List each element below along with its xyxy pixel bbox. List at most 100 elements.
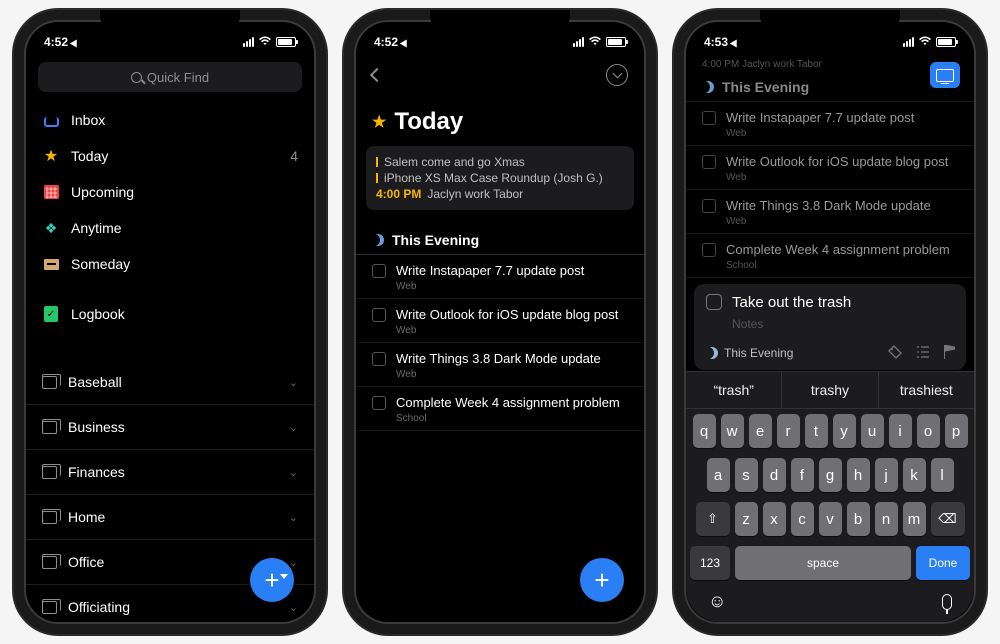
key-m[interactable]: m	[903, 502, 926, 536]
wifi-icon	[588, 35, 602, 49]
add-button[interactable]: +	[580, 558, 624, 602]
notes-placeholder[interactable]: Notes	[732, 317, 954, 331]
key-r[interactable]: r	[777, 414, 800, 448]
keyboard-suggestions[interactable]: “trash”trashytrashiest	[686, 372, 974, 409]
suggestion[interactable]: trashy	[782, 372, 878, 408]
area-finances[interactable]: Finances ⌄	[26, 450, 314, 495]
battery-icon	[276, 37, 296, 47]
done-key[interactable]: Done	[916, 546, 970, 580]
location-icon	[70, 37, 80, 47]
key-g[interactable]: g	[819, 458, 842, 492]
number-key[interactable]: 123	[690, 546, 730, 580]
keyboard-toggle-button[interactable]	[930, 62, 960, 88]
cell-signal-icon	[243, 37, 254, 47]
key-v[interactable]: v	[819, 502, 842, 536]
chevron-down-icon: ⌄	[289, 421, 298, 434]
task-title-input[interactable]	[732, 294, 954, 311]
checklist-icon[interactable]	[916, 345, 930, 362]
add-button[interactable]: +	[250, 558, 294, 602]
key-z[interactable]: z	[735, 502, 758, 536]
task-item[interactable]: Write Outlook for iOS update blog post W…	[356, 299, 644, 343]
backspace-key[interactable]: ⌫	[931, 502, 965, 536]
key-a[interactable]: a	[707, 458, 730, 492]
key-u[interactable]: u	[861, 414, 884, 448]
back-button[interactable]	[370, 68, 384, 82]
area-baseball[interactable]: Baseball ⌄	[26, 360, 314, 405]
emoji-icon[interactable]: ☺	[708, 591, 726, 612]
task-item-dim: Complete Week 4 assignment problem Schoo…	[686, 234, 974, 278]
menu-item-anytime[interactable]: ❖ Anytime	[26, 210, 314, 246]
search-input[interactable]: Quick Find	[38, 62, 302, 92]
chevron-down-icon: ⌄	[289, 601, 298, 614]
key-j[interactable]: j	[875, 458, 898, 492]
key-y[interactable]: y	[833, 414, 856, 448]
key-n[interactable]: n	[875, 502, 898, 536]
logbook-item[interactable]: ✓ Logbook	[26, 296, 314, 332]
suggestion[interactable]: “trash”	[686, 372, 782, 408]
someday-icon	[44, 259, 59, 270]
dropdown-button[interactable]	[606, 64, 628, 86]
checkbox[interactable]	[372, 308, 386, 322]
menu-item-today[interactable]: ★ Today 4	[26, 138, 314, 174]
checkbox[interactable]	[372, 352, 386, 366]
shift-key[interactable]: ⇧	[696, 502, 730, 536]
key-s[interactable]: s	[735, 458, 758, 492]
menu-item-inbox[interactable]: Inbox	[26, 102, 314, 138]
new-task-card[interactable]: Notes This Evening	[694, 284, 966, 370]
area-icon	[42, 556, 57, 569]
area-icon	[42, 511, 57, 524]
suggestion[interactable]: trashiest	[879, 372, 974, 408]
task-item[interactable]: Write Instapaper 7.7 update post Web	[356, 255, 644, 299]
notch	[100, 10, 240, 32]
key-w[interactable]: w	[721, 414, 744, 448]
area-business[interactable]: Business ⌄	[26, 405, 314, 450]
key-q[interactable]: q	[693, 414, 716, 448]
key-x[interactable]: x	[763, 502, 786, 536]
flag-icon[interactable]	[944, 345, 954, 359]
today-events-card[interactable]: Salem come and go Xmas iPhone XS Max Cas…	[366, 146, 634, 210]
moon-icon	[702, 81, 714, 93]
task-item-dim: Write Outlook for iOS update blog post W…	[686, 146, 974, 190]
key-k[interactable]: k	[903, 458, 926, 492]
keyboard[interactable]: “trash”trashytrashiest qwertyuiop asdfgh…	[686, 371, 974, 622]
battery-icon	[606, 37, 626, 47]
key-t[interactable]: t	[805, 414, 828, 448]
key-d[interactable]: d	[763, 458, 786, 492]
status-time: 4:52	[374, 35, 398, 49]
space-key[interactable]: space	[735, 546, 911, 580]
checkbox[interactable]	[706, 294, 722, 310]
star-icon: ★	[372, 112, 386, 132]
area-icon	[42, 601, 57, 614]
mic-icon[interactable]	[942, 594, 952, 610]
search-icon	[131, 72, 142, 83]
key-p[interactable]: p	[945, 414, 968, 448]
upcoming-icon	[44, 185, 59, 199]
status-time: 4:53	[704, 35, 728, 49]
key-f[interactable]: f	[791, 458, 814, 492]
key-o[interactable]: o	[917, 414, 940, 448]
key-b[interactable]: b	[847, 502, 870, 536]
checkbox[interactable]	[372, 396, 386, 410]
tag-icon[interactable]	[888, 345, 902, 362]
checkbox[interactable]	[372, 264, 386, 278]
this-evening-heading: This Evening	[356, 226, 644, 255]
key-c[interactable]: c	[791, 502, 814, 536]
area-home[interactable]: Home ⌄	[26, 495, 314, 540]
task-item[interactable]: Write Things 3.8 Dark Mode update Web	[356, 343, 644, 387]
chevron-down-icon: ⌄	[289, 511, 298, 524]
menu-item-upcoming[interactable]: Upcoming	[26, 174, 314, 210]
search-placeholder: Quick Find	[147, 70, 209, 85]
chevron-down-icon: ⌄	[289, 376, 298, 389]
key-i[interactable]: i	[889, 414, 912, 448]
key-e[interactable]: e	[749, 414, 772, 448]
phone-new-task: 4:53 4:00 PM Jaclyn work Tabor This Even…	[674, 10, 986, 634]
key-h[interactable]: h	[847, 458, 870, 492]
area-icon	[42, 376, 57, 389]
task-list: Write Instapaper 7.7 update post Web Wri…	[356, 255, 644, 431]
task-list-chip[interactable]: This Evening	[724, 346, 793, 360]
key-l[interactable]: l	[931, 458, 954, 492]
moon-icon	[372, 234, 384, 246]
task-item[interactable]: Complete Week 4 assignment problem Schoo…	[356, 387, 644, 431]
menu-item-someday[interactable]: Someday	[26, 246, 314, 282]
anytime-icon: ❖	[45, 221, 58, 235]
